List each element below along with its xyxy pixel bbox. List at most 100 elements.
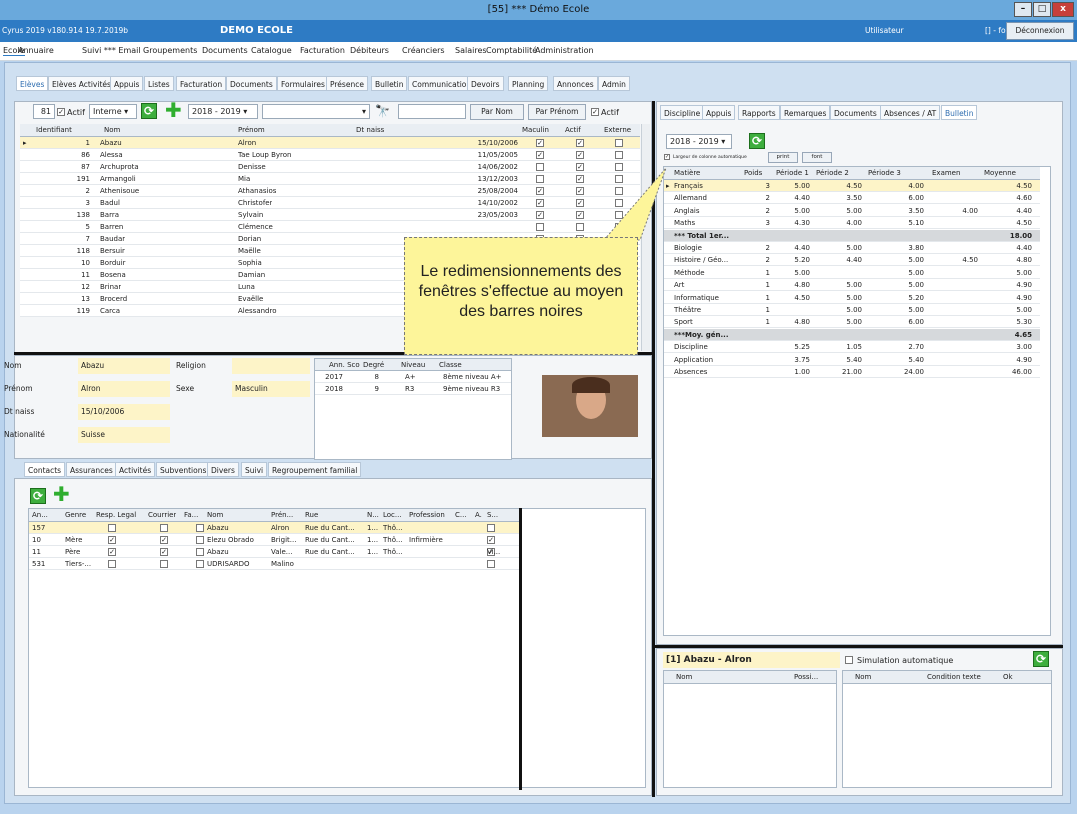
contact-tab-2[interactable]: Activités (115, 462, 156, 477)
contact-tab-0[interactable]: Contacts (24, 462, 66, 477)
year-row[interactable]: 2017 8 A+ 8ème niveau A+ (315, 371, 511, 383)
contact-checkbox[interactable]: ✓ (487, 536, 495, 544)
right-tab-1[interactable]: Appuis (702, 105, 736, 120)
subtab-12[interactable]: Annonces (553, 76, 598, 91)
bulletin-row[interactable]: *** Total 1er... 18.00 (664, 229, 1040, 242)
bulletin-row[interactable]: ***Moy. gén... 4.65 (664, 328, 1040, 341)
resize-bar-contacts[interactable] (519, 508, 522, 790)
menu-item[interactable]: Annuaire (18, 46, 54, 55)
bulletin-refresh-icon[interactable]: ⟳ (749, 133, 765, 149)
contact-checkbox[interactable]: ✓ (160, 548, 168, 556)
simulation-refresh-icon[interactable]: ⟳ (1033, 651, 1049, 667)
contact-row[interactable]: 157 Abazu Alron Rue du Cant... 1... Thô... (29, 522, 519, 534)
student-row[interactable]: 191 Armangoli Mia 13/12/2003 ✓ (20, 173, 640, 185)
student-row[interactable]: 5 Barren Clémence (20, 221, 640, 233)
contact-checkbox[interactable]: ✓ (160, 536, 168, 544)
menu-item[interactable]: Salaires (455, 46, 487, 55)
menu-item[interactable]: Créanciers (402, 46, 445, 55)
bulletin-row[interactable]: Sport 1 4.80 5.00 6.00 5.30 (664, 316, 1040, 329)
subtab-8[interactable]: Bulletin (371, 76, 408, 91)
subtab-1[interactable]: Elèves Activités (48, 76, 115, 91)
bulletin-row[interactable]: Allemand 2 4.40 3.50 6.00 4.60 (664, 192, 1040, 205)
contact-tab-5[interactable]: Suivi (241, 462, 268, 477)
subtab-6[interactable]: Formulaires (277, 76, 329, 91)
class-select[interactable]: ▾ (262, 104, 370, 119)
contact-checkbox[interactable] (487, 560, 495, 568)
externe-checkbox[interactable] (615, 139, 623, 147)
bulletin-year-select[interactable]: 2018 - 2019 ▾ (666, 134, 732, 149)
subtab-5[interactable]: Documents (226, 76, 277, 91)
menu-item[interactable]: Catalogue (251, 46, 292, 55)
contact-checkbox[interactable] (108, 560, 116, 568)
subtab-9[interactable]: Communication (408, 76, 476, 91)
actif2-checkbox[interactable]: ✓ (591, 108, 599, 116)
right-tab-5[interactable]: Absences / AT (880, 105, 941, 120)
contact-checkbox[interactable] (196, 548, 204, 556)
bulletin-row[interactable]: Discipline 5.25 1.05 2.70 3.00 (664, 341, 1040, 354)
contact-checkbox[interactable] (196, 536, 204, 544)
right-tab-2[interactable]: Rapports (738, 105, 780, 120)
contact-checkbox[interactable]: ✓ (108, 548, 116, 556)
refresh-icon[interactable]: ⟳ (141, 103, 157, 119)
bulletin-row[interactable]: Biologie 2 4.40 5.00 3.80 4.40 (664, 242, 1040, 254)
font-button[interactable]: font (802, 152, 832, 163)
year-row[interactable]: 2018 9 R3 9ème niveau R3 (315, 383, 511, 395)
bulletin-row[interactable]: Application 3.75 5.40 5.40 4.90 (664, 353, 1040, 366)
nom-field[interactable]: Abazu (78, 358, 170, 374)
close-button[interactable]: x (1052, 2, 1074, 17)
maculin-checkbox[interactable]: ✓ (536, 211, 544, 219)
student-row[interactable]: 138 Barra Sylvain 23/05/2003 ✓ ✓ (20, 209, 640, 221)
subtab-11[interactable]: Planning (508, 76, 549, 91)
bulletin-row[interactable]: Méthode 1 5.00 5.00 5.00 (664, 266, 1040, 279)
maculin-checkbox[interactable]: ✓ (536, 187, 544, 195)
subtab-13[interactable]: Admin (598, 76, 630, 91)
bulletin-row[interactable]: Informatique 1 4.50 5.00 5.20 4.90 (664, 291, 1040, 304)
contact-checkbox[interactable] (160, 524, 168, 532)
externe-checkbox[interactable] (615, 151, 623, 159)
by-firstname-button[interactable]: Par Prénom (528, 104, 586, 120)
contact-tab-4[interactable]: Divers (207, 462, 239, 477)
contact-checkbox[interactable] (108, 524, 116, 532)
menu-item[interactable]: Débiteurs (350, 46, 389, 55)
student-row[interactable]: 2 Athenisoue Athanasios 25/08/2004 ✓ ✓ (20, 185, 640, 197)
contact-checkbox[interactable] (160, 560, 168, 568)
contact-tab-3[interactable]: Subventions (156, 462, 211, 477)
logout-button[interactable]: Déconnexion (1006, 22, 1074, 40)
maculin-checkbox[interactable] (536, 175, 544, 183)
binoculars-icon[interactable]: 🔭 (375, 104, 390, 118)
contact-checkbox[interactable] (196, 524, 204, 532)
contact-checkbox[interactable] (487, 524, 495, 532)
maculin-checkbox[interactable]: ✓ (536, 151, 544, 159)
maximize-button[interactable]: □ (1033, 2, 1051, 17)
search-input[interactable] (398, 104, 466, 119)
subtab-10[interactable]: Devoirs (467, 76, 504, 91)
student-row[interactable]: 86 Alessa Tae Loup Byron 11/05/2005 ✓ ✓ (20, 149, 640, 161)
bulletin-row[interactable]: ▸ Français 3 5.00 4.50 4.00 4.50 (664, 180, 1040, 192)
maculin-checkbox[interactable] (536, 163, 544, 171)
simulation-checkbox[interactable] (845, 656, 853, 664)
actif-row-checkbox[interactable]: ✓ (576, 139, 584, 147)
contact-row[interactable]: 531 Tiers-... UDRISARDO Malino (29, 558, 519, 570)
maculin-checkbox[interactable]: ✓ (536, 199, 544, 207)
prenom-field[interactable]: Alron (78, 381, 170, 397)
contacts-refresh-icon[interactable]: ⟳ (30, 488, 46, 504)
minimize-button[interactable]: – (1014, 2, 1032, 17)
menu-item[interactable]: Comptabilité (486, 46, 537, 55)
menu-item[interactable]: Groupements (143, 46, 197, 55)
actif-checkbox[interactable]: ✓ (57, 108, 65, 116)
by-name-button[interactable]: Par Nom (470, 104, 524, 120)
subtab-2[interactable]: Appuis (110, 76, 144, 91)
bulletin-row[interactable]: Théâtre 1 5.00 5.00 5.00 (664, 304, 1040, 316)
contacts-add-icon[interactable]: ✚ (53, 484, 70, 504)
subtab-4[interactable]: Facturation (176, 76, 227, 91)
type-select[interactable]: Interne ▾ (89, 104, 137, 119)
right-tab-3[interactable]: Remarques (780, 105, 831, 120)
right-tab-0[interactable]: Discipline (660, 105, 705, 120)
dtnaiss-field[interactable]: 15/10/2006 (78, 404, 170, 420)
contact-checkbox[interactable] (196, 560, 204, 568)
nationalite-field[interactable]: Suisse (78, 427, 170, 443)
menu-item[interactable]: Facturation (300, 46, 345, 55)
student-row[interactable]: 3 Badul Christofer 14/10/2002 ✓ ✓ (20, 197, 640, 209)
bulletin-row[interactable]: Art 1 4.80 5.00 5.00 4.90 (664, 279, 1040, 292)
maculin-checkbox[interactable]: ✓ (536, 139, 544, 147)
